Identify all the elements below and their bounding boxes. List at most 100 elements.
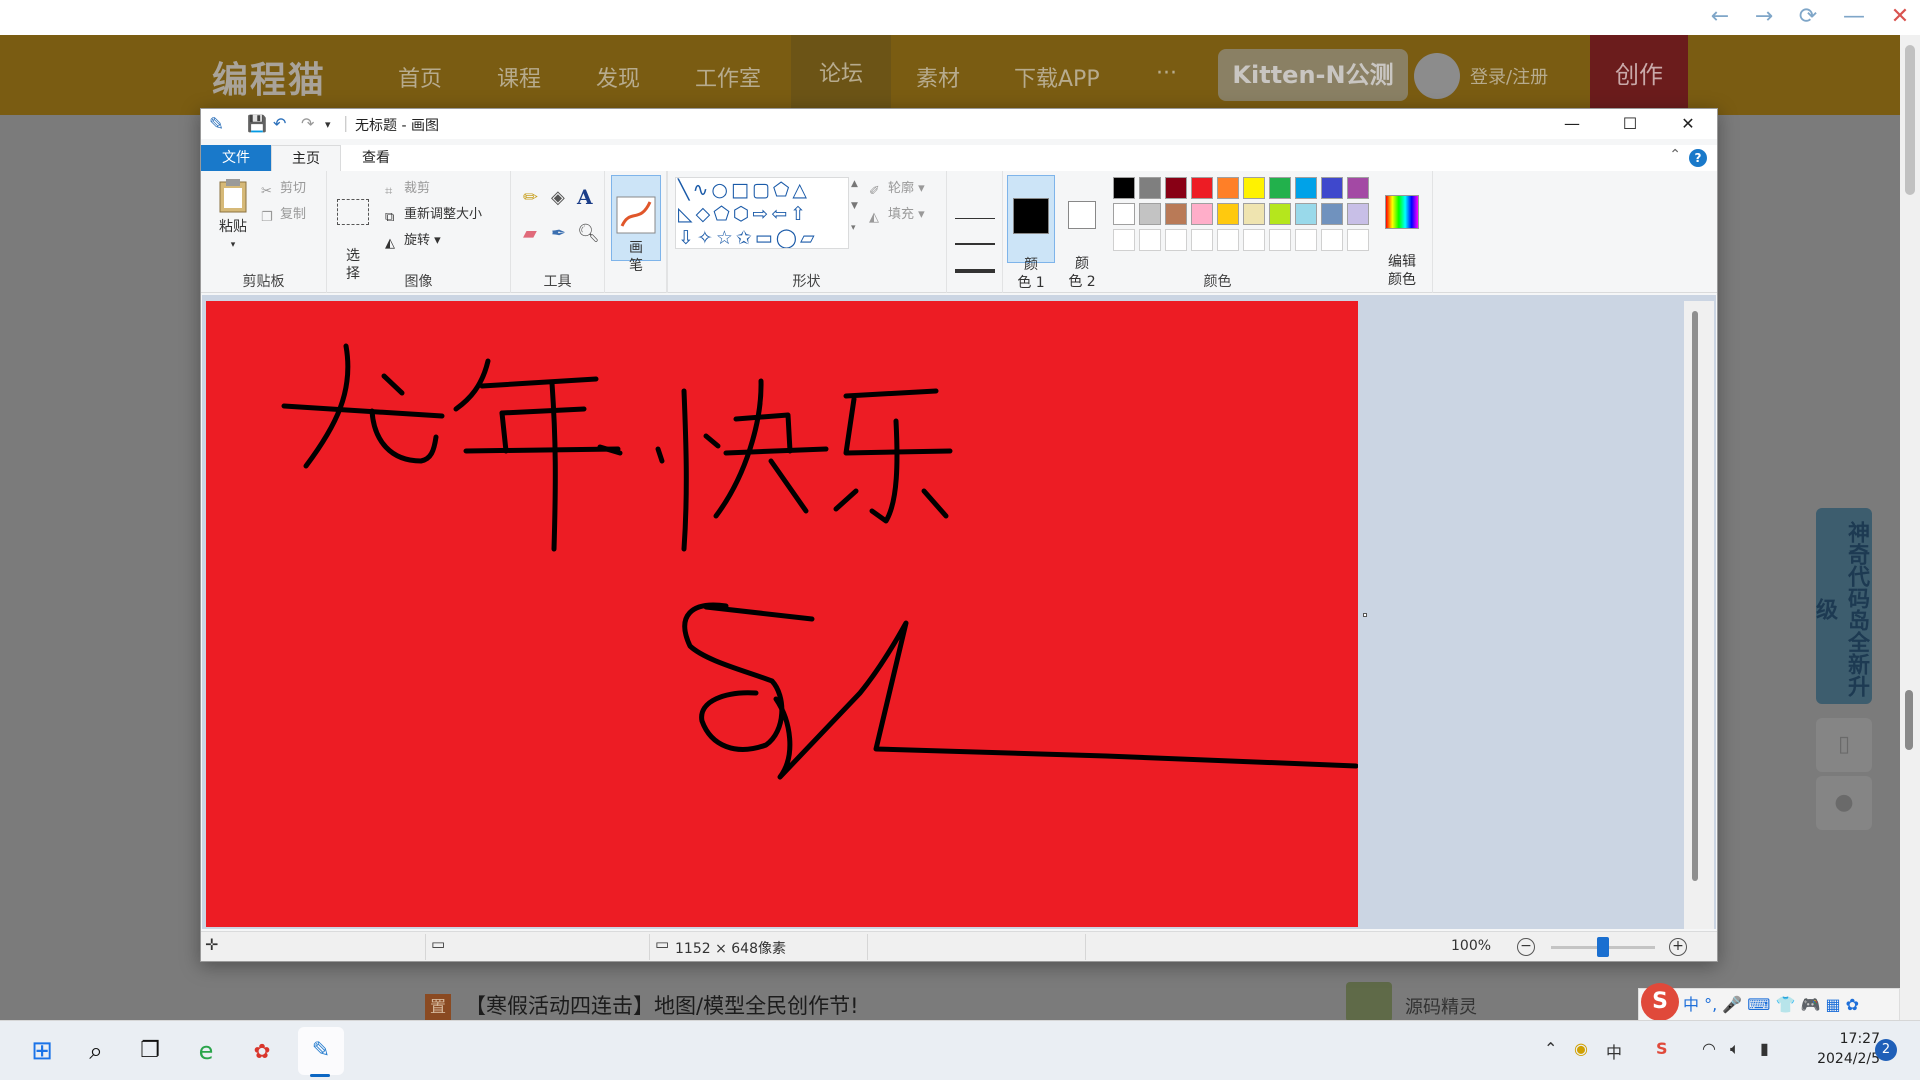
wifi-icon[interactable]: ◠ — [1702, 1039, 1716, 1058]
color-swatch[interactable] — [1347, 177, 1369, 199]
ime-options[interactable]: 中 °, 🎤 ⌨ 👕 🎮 ▦ ✿ — [1683, 995, 1859, 1014]
color-swatch[interactable] — [1217, 203, 1239, 225]
close-button[interactable]: ✕ — [1659, 109, 1717, 139]
color-swatch[interactable] — [1321, 177, 1343, 199]
forward-icon[interactable]: → — [1750, 4, 1778, 29]
fill-bucket-icon[interactable]: ◈ — [551, 187, 565, 208]
start-icon[interactable]: ⊞ — [26, 1035, 58, 1067]
tray-app-icon[interactable]: ◉ — [1574, 1039, 1588, 1058]
browser-icon[interactable]: e — [190, 1035, 222, 1067]
fill-button[interactable]: ◭ 填充 ▾ — [869, 203, 925, 226]
clock[interactable]: 17:27 2024/2/5 — [1790, 1029, 1880, 1069]
custom-color-slot[interactable] — [1217, 229, 1239, 251]
tab-home[interactable]: 主页 — [271, 145, 341, 171]
source-thumbnail[interactable] — [1346, 982, 1392, 1022]
color-swatch[interactable] — [1139, 203, 1161, 225]
paste-button[interactable]: 粘贴 ▾ — [211, 177, 255, 254]
tab-view[interactable]: 查看 — [341, 145, 411, 171]
color-picker-icon[interactable]: ✒ — [551, 223, 566, 244]
avatar[interactable] — [1414, 53, 1460, 99]
color-swatch[interactable] — [1113, 177, 1135, 199]
redo-icon[interactable]: ↷ — [301, 114, 314, 133]
color-swatch[interactable] — [1295, 203, 1317, 225]
shapes-expand-icon[interactable]: ▾ — [851, 223, 856, 233]
drawing-canvas[interactable] — [206, 301, 1358, 927]
shapes-gallery[interactable]: ╲∿○□▢⬠△ ◺◇⬠⬡⇨⇦⇧ ⇩✧☆✩▭◯▱ — [675, 177, 849, 249]
custom-color-slot[interactable] — [1113, 229, 1135, 251]
canvas-resize-handle[interactable] — [1363, 613, 1367, 617]
custom-color-slot[interactable] — [1295, 229, 1317, 251]
undo-icon[interactable]: ↶ — [273, 114, 286, 133]
nav-courses[interactable]: 课程 — [497, 61, 541, 93]
shapes-scroll-down-icon[interactable]: ▼ — [851, 201, 858, 211]
page-scrollbar[interactable] — [1900, 35, 1920, 1020]
resize-button[interactable]: ⧉ 重新调整大小 — [385, 203, 482, 226]
eraser-icon[interactable]: ▰ — [523, 223, 537, 244]
article-item[interactable]: 置【寒假活动四连击】地图/模型全民创作节! — [425, 990, 859, 1020]
refresh-icon[interactable]: ⟳ — [1794, 4, 1822, 29]
color-swatch[interactable] — [1113, 203, 1135, 225]
task-view-icon[interactable]: ❐ — [134, 1035, 166, 1067]
page-scroll-thumb[interactable] — [1905, 45, 1915, 195]
login-link[interactable]: 登录/注册 — [1470, 63, 1548, 89]
minimize-icon[interactable]: — — [1840, 4, 1868, 29]
outline-button[interactable]: ✐ 轮廓 ▾ — [869, 177, 925, 200]
color-swatch[interactable] — [1347, 203, 1369, 225]
color-swatch[interactable] — [1217, 177, 1239, 199]
article-title[interactable]: 【寒假活动四连击】地图/模型全民创作节! — [465, 994, 859, 1018]
text-icon[interactable]: A — [577, 185, 593, 209]
custom-color-slot[interactable] — [1347, 229, 1369, 251]
zoom-out-button[interactable]: − — [1517, 938, 1535, 956]
kitten-n-badge[interactable]: Kitten-N公测 — [1218, 49, 1408, 101]
canvas-scroll-thumb[interactable] — [1692, 311, 1698, 881]
promo-banner[interactable]: 神奇代码岛全新升级 — [1812, 508, 1872, 704]
crop-button[interactable]: ⌗ 裁剪 — [385, 177, 430, 200]
color-swatch[interactable] — [1243, 203, 1265, 225]
magnifier-icon[interactable]: 🔍︎ — [577, 223, 600, 244]
color-swatch[interactable] — [1269, 177, 1291, 199]
sogou-tray-icon[interactable]: S — [1656, 1039, 1668, 1058]
rotate-button[interactable]: ◭ 旋转 ▾ — [385, 229, 441, 252]
color-swatch[interactable] — [1269, 203, 1291, 225]
nav-home[interactable]: 首页 — [398, 61, 442, 93]
ime-toolbar[interactable]: S 中 °, 🎤 ⌨ 👕 🎮 ▦ ✿ — [1638, 983, 1900, 1022]
brushes-button[interactable]: 画 笔 — [611, 175, 661, 274]
zoom-in-button[interactable]: + — [1669, 938, 1687, 956]
help-icon[interactable]: ? — [1689, 149, 1707, 167]
source-label[interactable]: 源码精灵 — [1405, 993, 1477, 1019]
sogou-logo-icon[interactable]: S — [1641, 983, 1679, 1021]
custom-color-slot[interactable] — [1191, 229, 1213, 251]
custom-color-slot[interactable] — [1321, 229, 1343, 251]
search-icon[interactable]: ⌕ — [80, 1035, 112, 1067]
kitten-app-icon[interactable]: ✿ — [246, 1035, 278, 1067]
maximize-button[interactable]: ☐ — [1601, 109, 1659, 139]
color-swatch[interactable] — [1295, 177, 1317, 199]
canvas-vertical-scrollbar[interactable] — [1684, 301, 1714, 929]
site-logo[interactable]: 编程猫 — [212, 51, 326, 103]
quick-access-dropdown-icon[interactable]: ▾ — [325, 118, 331, 131]
nav-forum[interactable]: 论坛 — [791, 35, 892, 115]
phone-icon[interactable]: ▯ — [1816, 718, 1872, 772]
color-swatch[interactable] — [1191, 177, 1213, 199]
custom-color-slot[interactable] — [1165, 229, 1187, 251]
save-icon[interactable]: 💾 — [247, 114, 267, 133]
nav-download-app[interactable]: 下载APP — [1014, 61, 1100, 93]
color-swatch[interactable] — [1321, 203, 1343, 225]
nav-more[interactable]: ··· — [1156, 61, 1177, 86]
volume-icon[interactable]: 🔈︎ — [1730, 1039, 1740, 1059]
ime-mode[interactable]: 中 — [1606, 1039, 1622, 1063]
shapes-scroll-up-icon[interactable]: ▲ — [851, 179, 858, 189]
custom-color-slot[interactable] — [1139, 229, 1161, 251]
minimize-button[interactable]: — — [1543, 109, 1601, 139]
nav-assets[interactable]: 素材 — [916, 61, 960, 93]
color-swatch[interactable] — [1243, 177, 1265, 199]
cut-button[interactable]: ✂ 剪切 — [261, 177, 306, 200]
copy-button[interactable]: ❐ 复制 — [261, 203, 306, 226]
create-button[interactable]: 创作 — [1590, 35, 1688, 115]
paste-dropdown-icon[interactable]: ▾ — [211, 236, 255, 254]
back-icon[interactable]: ← — [1706, 4, 1734, 29]
nav-studio[interactable]: 工作室 — [695, 61, 761, 93]
color-swatch[interactable] — [1191, 203, 1213, 225]
custom-color-slot[interactable] — [1269, 229, 1291, 251]
color-swatch[interactable] — [1165, 203, 1187, 225]
